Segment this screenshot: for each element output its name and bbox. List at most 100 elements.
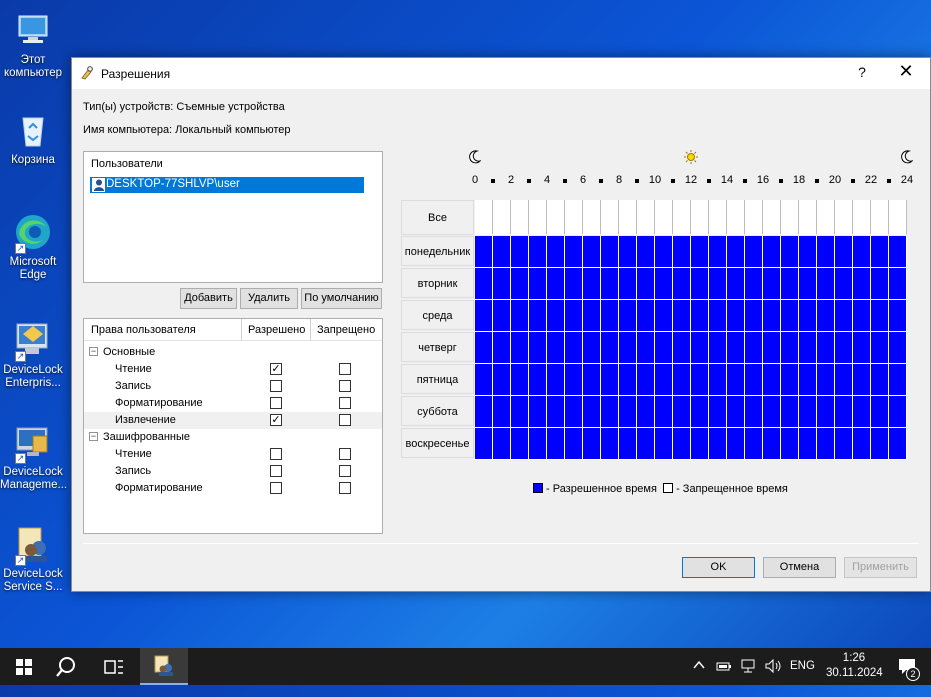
rights-group-basic[interactable]: − Основные — [84, 344, 382, 361]
schedule-cell[interactable] — [475, 364, 493, 396]
schedule-cell[interactable] — [619, 300, 637, 332]
schedule-cell[interactable] — [655, 396, 673, 428]
rights-row[interactable]: Чтение — [84, 446, 382, 463]
hour-column-header[interactable] — [889, 200, 907, 235]
hour-column-header[interactable] — [691, 200, 709, 235]
desktop-icon-devicelock-enterprise[interactable]: ↗ DeviceLock Enterpris... — [0, 320, 66, 390]
collapse-icon[interactable]: − — [89, 432, 98, 441]
schedule-cell[interactable] — [493, 364, 511, 396]
schedule-cell[interactable] — [601, 332, 619, 364]
schedule-cell[interactable] — [871, 300, 889, 332]
schedule-cell[interactable] — [763, 268, 781, 300]
schedule-cell[interactable] — [835, 428, 853, 460]
schedule-cell[interactable] — [619, 396, 637, 428]
schedule-cell[interactable] — [565, 332, 583, 364]
schedule-cell[interactable] — [529, 396, 547, 428]
desktop-icon-edge[interactable]: ↗ Microsoft Edge — [0, 212, 66, 282]
users-list[interactable]: Пользователи DESKTOP-77SHLVP\user — [83, 151, 383, 283]
schedule-cell[interactable] — [853, 428, 871, 460]
schedule-cell[interactable] — [583, 236, 601, 268]
rights-group-encrypted[interactable]: − Зашифрованные — [84, 429, 382, 446]
schedule-cell[interactable] — [475, 332, 493, 364]
schedule-cell[interactable] — [727, 364, 745, 396]
schedule-cell[interactable] — [709, 364, 727, 396]
schedule-cell[interactable] — [745, 332, 763, 364]
schedule-cell[interactable] — [691, 364, 709, 396]
schedule-cell[interactable] — [511, 428, 529, 460]
schedule-cell[interactable] — [709, 332, 727, 364]
notification-center[interactable]: 2 — [898, 658, 920, 695]
schedule-cell[interactable] — [673, 268, 691, 300]
cancel-button[interactable]: Отмена — [763, 557, 836, 578]
close-button[interactable]: ✕ — [894, 61, 918, 82]
schedule-cell[interactable] — [475, 396, 493, 428]
schedule-cell[interactable] — [691, 396, 709, 428]
rights-row[interactable]: Форматирование — [84, 480, 382, 497]
schedule-cell[interactable] — [781, 428, 799, 460]
dialog-titlebar[interactable]: Разрешения ? ✕ — [72, 58, 930, 89]
schedule-cell[interactable] — [871, 364, 889, 396]
schedule-cell[interactable] — [763, 428, 781, 460]
schedule-day-label[interactable]: среда — [401, 300, 474, 330]
schedule-cell[interactable] — [745, 428, 763, 460]
schedule-cell[interactable] — [511, 332, 529, 364]
schedule-cell[interactable] — [475, 428, 493, 460]
schedule-cell[interactable] — [799, 364, 817, 396]
hour-column-header[interactable] — [871, 200, 889, 235]
schedule-cell[interactable] — [889, 332, 907, 364]
schedule-cell[interactable] — [601, 428, 619, 460]
rights-row[interactable]: Форматирование — [84, 395, 382, 412]
volume-icon[interactable] — [764, 658, 782, 696]
schedule-day-label[interactable]: вторник — [401, 268, 474, 298]
schedule-cell[interactable] — [673, 364, 691, 396]
schedule-cell[interactable] — [763, 364, 781, 396]
schedule-cell[interactable] — [709, 428, 727, 460]
schedule-cell[interactable] — [871, 236, 889, 268]
denied-checkbox[interactable] — [339, 448, 351, 460]
schedule-cell[interactable] — [727, 428, 745, 460]
hour-column-header[interactable] — [493, 200, 511, 235]
schedule-cell[interactable] — [889, 236, 907, 268]
schedule-cell[interactable] — [601, 268, 619, 300]
schedule-cell[interactable] — [745, 300, 763, 332]
schedule-cell[interactable] — [547, 236, 565, 268]
schedule-cell[interactable] — [853, 364, 871, 396]
schedule-cell[interactable] — [763, 300, 781, 332]
schedule-cell[interactable] — [475, 236, 493, 268]
schedule-cell[interactable] — [655, 268, 673, 300]
schedule-cell[interactable] — [511, 396, 529, 428]
hour-column-header[interactable] — [763, 200, 781, 235]
desktop-icon-devicelock-management[interactable]: ↗ DeviceLock Manageme... — [0, 422, 67, 492]
schedule-cell[interactable] — [601, 364, 619, 396]
schedule-cell[interactable] — [493, 396, 511, 428]
help-button[interactable]: ? — [852, 64, 872, 80]
schedule-cell[interactable] — [619, 236, 637, 268]
show-hidden-icons[interactable] — [693, 660, 705, 697]
schedule-cell[interactable] — [727, 300, 745, 332]
schedule-cell[interactable] — [529, 364, 547, 396]
allowed-checkbox[interactable]: ✓ — [270, 363, 282, 375]
schedule-cell[interactable] — [871, 268, 889, 300]
schedule-cell[interactable] — [583, 300, 601, 332]
schedule-cell[interactable] — [853, 300, 871, 332]
schedule-cell[interactable] — [763, 236, 781, 268]
schedule-cell[interactable] — [529, 332, 547, 364]
schedule-cell[interactable] — [529, 428, 547, 460]
allowed-checkbox[interactable]: ✓ — [270, 414, 282, 426]
schedule-cell[interactable] — [817, 364, 835, 396]
hour-column-header[interactable] — [727, 200, 745, 235]
schedule-cell[interactable] — [637, 428, 655, 460]
task-view-button[interactable] — [90, 648, 138, 685]
schedule-day-label[interactable]: понедельник — [401, 236, 474, 266]
schedule-cell[interactable] — [745, 236, 763, 268]
delete-user-button[interactable]: Удалить — [240, 288, 298, 309]
schedule-cell[interactable] — [727, 396, 745, 428]
schedule-cell[interactable] — [529, 268, 547, 300]
schedule-cell[interactable] — [799, 332, 817, 364]
schedule-cell[interactable] — [547, 364, 565, 396]
schedule-cell[interactable] — [781, 236, 799, 268]
schedule-cell[interactable] — [475, 300, 493, 332]
schedule-cell[interactable] — [889, 396, 907, 428]
schedule-cell[interactable] — [673, 300, 691, 332]
schedule-cell[interactable] — [673, 236, 691, 268]
